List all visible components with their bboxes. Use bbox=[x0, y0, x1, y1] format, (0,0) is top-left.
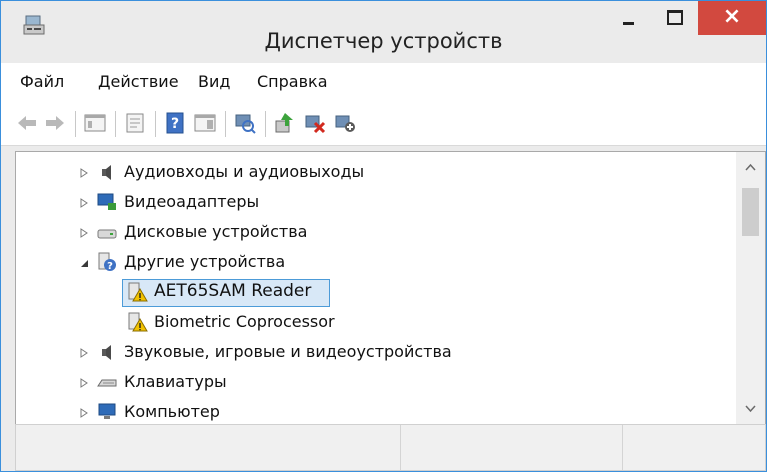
tree-item-label: Дисковые устройства bbox=[124, 222, 308, 241]
scan-hardware-changes-icon[interactable] bbox=[233, 111, 257, 135]
menu-help[interactable]: Справка bbox=[257, 72, 328, 91]
tree-item-label: AET65SAM Reader bbox=[154, 281, 312, 301]
maximize-button[interactable] bbox=[652, 1, 698, 35]
scroll-up-icon[interactable] bbox=[736, 152, 765, 182]
close-button[interactable]: × bbox=[698, 1, 766, 35]
tree-item-label: Клавиатуры bbox=[124, 372, 227, 391]
vertical-scrollbar[interactable] bbox=[736, 152, 765, 424]
toolbar: ? bbox=[1, 99, 766, 146]
properties-icon[interactable] bbox=[123, 111, 147, 135]
status-pane-divider bbox=[622, 425, 623, 470]
scrollbar-thumb[interactable] bbox=[742, 188, 759, 236]
menu-action[interactable]: Действие bbox=[98, 72, 179, 91]
tree-item-label: Аудиовходы и аудиовыходы bbox=[124, 162, 365, 181]
tree-item-label: Звуковые, игровые и видеоустройства bbox=[124, 342, 452, 361]
toolbar-separator bbox=[265, 111, 266, 137]
status-pane-divider bbox=[400, 425, 401, 470]
svg-text:?: ? bbox=[171, 116, 179, 132]
expand-arrow-icon[interactable] bbox=[78, 224, 90, 238]
tree-item[interactable]: Клавиатуры bbox=[16, 367, 736, 397]
computer-icon bbox=[96, 401, 118, 423]
expand-arrow-icon[interactable] bbox=[78, 194, 90, 208]
tree-item-selected[interactable]: AET65SAM Reader bbox=[16, 277, 736, 307]
speaker-icon bbox=[96, 161, 118, 183]
back-arrow-icon[interactable] bbox=[15, 111, 39, 135]
device-manager-window: Диспетчер устройств × Файл Действие Вид … bbox=[0, 0, 767, 472]
help-icon[interactable]: ? bbox=[163, 111, 187, 135]
menu-file[interactable]: Файл bbox=[20, 72, 64, 91]
toolbar-separator bbox=[75, 111, 76, 137]
minimize-button[interactable] bbox=[606, 1, 652, 35]
tree-item[interactable]: Аудиовходы и аудиовыходы bbox=[16, 157, 736, 187]
disk-drive-icon bbox=[96, 221, 118, 243]
toolbar-separator bbox=[115, 111, 116, 137]
expand-arrow-icon[interactable] bbox=[78, 344, 90, 358]
maximize-icon bbox=[667, 10, 683, 25]
tree-item-label: Компьютер bbox=[124, 402, 220, 421]
expand-arrow-icon[interactable] bbox=[78, 164, 90, 178]
svg-text:?: ? bbox=[107, 261, 113, 272]
tree-item-label: Biometric Coprocessor bbox=[154, 312, 335, 331]
title-bar[interactable]: Диспетчер устройств × bbox=[1, 1, 766, 63]
tree-item-label: Видеоадаптеры bbox=[124, 192, 260, 211]
scroll-down-icon[interactable] bbox=[736, 394, 765, 424]
status-bar bbox=[15, 424, 766, 471]
tree-item[interactable]: Видеоадаптеры bbox=[16, 187, 736, 217]
show-hide-console-tree-icon[interactable] bbox=[83, 111, 107, 135]
expand-arrow-icon[interactable] bbox=[78, 374, 90, 388]
device-tree[interactable]: Аудиовходы и аудиовыходы Видеоадаптеры Д… bbox=[15, 151, 766, 425]
tree-item[interactable]: ? Другие устройства bbox=[16, 247, 736, 277]
action-pane-icon[interactable] bbox=[193, 111, 217, 135]
toolbar-separator bbox=[225, 111, 226, 137]
expand-arrow-icon[interactable] bbox=[78, 404, 90, 418]
unknown-device-icon: ? bbox=[96, 251, 118, 273]
warning-device-icon bbox=[126, 311, 148, 333]
toolbar-separator bbox=[155, 111, 156, 137]
collapse-arrow-icon[interactable] bbox=[78, 254, 90, 267]
tree-item[interactable]: Компьютер bbox=[16, 397, 736, 424]
warning-device-icon bbox=[126, 281, 148, 303]
minimize-icon bbox=[623, 22, 634, 25]
forward-arrow-icon[interactable] bbox=[43, 111, 67, 135]
tree-item[interactable]: Biometric Coprocessor bbox=[16, 307, 736, 337]
update-driver-icon[interactable] bbox=[273, 111, 297, 135]
uninstall-device-icon[interactable] bbox=[333, 111, 357, 135]
menu-bar: Файл Действие Вид Справка bbox=[1, 63, 766, 99]
keyboard-icon bbox=[96, 371, 118, 393]
sound-icon bbox=[96, 341, 118, 363]
display-adapter-icon bbox=[96, 191, 118, 213]
tree-item-label: Другие устройства bbox=[124, 252, 286, 271]
tree-item[interactable]: Дисковые устройства bbox=[16, 217, 736, 247]
close-icon: × bbox=[722, 4, 742, 29]
disable-device-icon[interactable] bbox=[303, 111, 327, 135]
menu-view[interactable]: Вид bbox=[198, 72, 230, 91]
tree-item[interactable]: Звуковые, игровые и видеоустройства bbox=[16, 337, 736, 367]
